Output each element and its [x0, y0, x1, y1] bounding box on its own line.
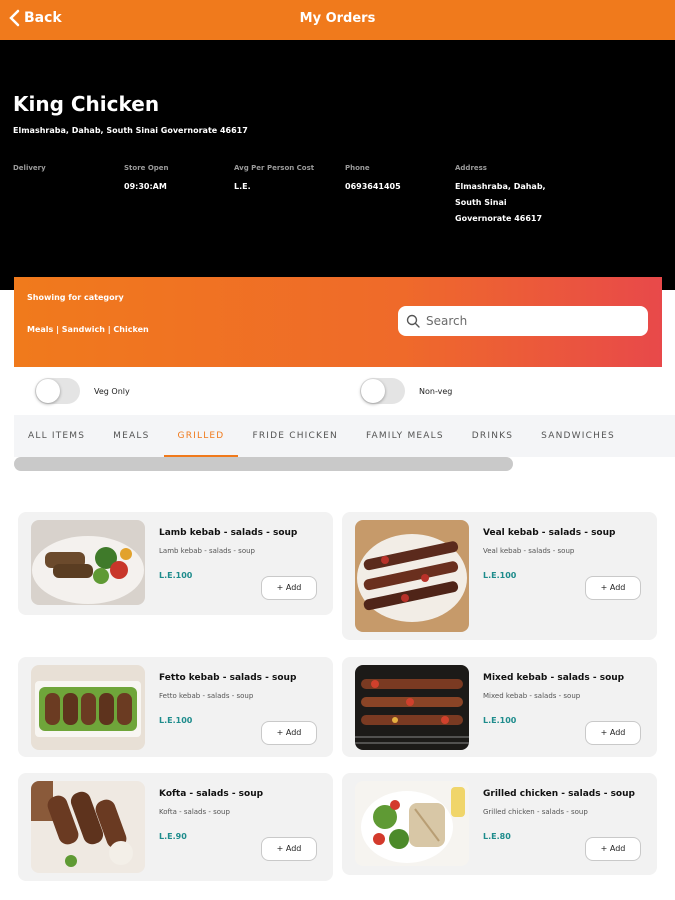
- tabs-scrollbar[interactable]: [14, 457, 513, 471]
- info-label: Address: [455, 164, 487, 172]
- product-title: Mixed kebab - salads - soup: [483, 673, 625, 683]
- info-delivery: Delivery: [13, 164, 123, 179]
- category-tabs: ALL ITEMS MEALS GRILLED FRIDE CHICKEN FA…: [14, 415, 675, 457]
- info-value: Elmashraba, Dahab, South Sinai Governora…: [455, 182, 546, 223]
- product-title: Veal kebab - salads - soup: [483, 528, 616, 538]
- product-price: L.E.90: [159, 832, 187, 841]
- page-title: My Orders: [299, 11, 376, 26]
- info-label: Store Open: [124, 164, 169, 172]
- add-button[interactable]: + Add: [585, 576, 641, 600]
- product-title: Lamb kebab - salads - soup: [159, 528, 298, 538]
- tab-all-items[interactable]: ALL ITEMS: [14, 415, 99, 457]
- restaurant-name: King Chicken: [13, 92, 160, 116]
- product-subtitle: Veal kebab - salads - soup: [483, 547, 575, 555]
- add-button[interactable]: + Add: [261, 721, 317, 745]
- product-card: Kofta - salads - soup Kofta - salads - s…: [18, 773, 333, 881]
- info-value: L.E.: [234, 182, 251, 191]
- grilled-chicken-photo: [355, 781, 469, 866]
- non-veg-label: Non-veg: [419, 386, 453, 396]
- info-avg-cost: Avg Per Person Cost L.E.: [234, 164, 344, 195]
- product-card: Veal kebab - salads - soup Veal kebab - …: [342, 512, 657, 640]
- category-list: Meals | Sandwich | Chicken: [27, 325, 149, 334]
- add-button[interactable]: + Add: [261, 837, 317, 861]
- add-button[interactable]: + Add: [585, 837, 641, 861]
- tab-fride-chicken[interactable]: FRIDE CHICKEN: [238, 415, 351, 457]
- kofta-photo: [31, 781, 145, 873]
- info-phone: Phone 0693641405: [345, 164, 455, 195]
- toggle-knob: [36, 379, 60, 403]
- restaurant-address: Elmashraba, Dahab, South Sinai Governora…: [13, 126, 248, 135]
- restaurant-header: King Chicken Elmashraba, Dahab, South Si…: [0, 40, 675, 290]
- add-button[interactable]: + Add: [261, 576, 317, 600]
- category-heading: Showing for category: [27, 293, 124, 302]
- info-label: Delivery: [13, 164, 46, 172]
- tab-drinks[interactable]: DRINKS: [458, 415, 527, 457]
- add-button[interactable]: + Add: [585, 721, 641, 745]
- product-price: L.E.100: [159, 571, 193, 580]
- info-label: Phone: [345, 164, 370, 172]
- tab-family-meals[interactable]: FAMILY MEALS: [352, 415, 458, 457]
- product-title: Fetto kebab - salads - soup: [159, 673, 297, 683]
- veg-only-toggle[interactable]: [35, 378, 80, 404]
- tab-grilled[interactable]: GRILLED: [163, 415, 239, 457]
- info-store-open: Store Open 09:30:AM: [124, 164, 234, 195]
- veal-kebab-photo: [355, 520, 469, 632]
- fetto-kebab-photo: [31, 665, 145, 750]
- product-subtitle: Lamb kebab - salads - soup: [159, 547, 255, 555]
- product-card: Mixed kebab - salads - soup Mixed kebab …: [342, 657, 657, 757]
- category-banner: Showing for category Meals | Sandwich | …: [14, 277, 662, 367]
- product-card: Grilled chicken - salads - soup Grilled …: [342, 773, 657, 875]
- info-value: 0693641405: [345, 182, 401, 191]
- info-label: Avg Per Person Cost: [234, 164, 315, 172]
- tab-sandwiches[interactable]: SANDWICHES: [527, 415, 629, 457]
- product-subtitle: Grilled chicken - salads - soup: [483, 808, 588, 816]
- veg-only-label: Veg Only: [94, 386, 130, 396]
- product-subtitle: Kofta - salads - soup: [159, 808, 230, 816]
- product-title: Kofta - salads - soup: [159, 789, 264, 799]
- search-input[interactable]: [426, 314, 626, 328]
- toggle-knob: [361, 379, 385, 403]
- search-icon: [406, 314, 420, 328]
- top-bar: Back My Orders: [0, 0, 675, 40]
- product-subtitle: Mixed kebab - salads - soup: [483, 692, 581, 700]
- veg-only-filter: Veg Only: [35, 378, 130, 404]
- info-address: Address Elmashraba, Dahab, South Sinai G…: [455, 164, 555, 227]
- non-veg-filter: Non-veg: [360, 378, 452, 404]
- product-price: L.E.80: [483, 832, 511, 841]
- product-subtitle: Fetto kebab - salads - soup: [159, 692, 254, 700]
- non-veg-toggle[interactable]: [360, 378, 405, 404]
- product-price: L.E.100: [159, 716, 193, 725]
- info-value: 09:30:AM: [124, 182, 167, 191]
- search-box: [398, 306, 648, 336]
- product-card: Lamb kebab - salads - soup Lamb kebab - …: [18, 512, 333, 615]
- mixed-kebab-photo: [355, 665, 469, 750]
- product-card: Fetto kebab - salads - soup Fetto kebab …: [18, 657, 333, 757]
- tab-meals[interactable]: MEALS: [99, 415, 163, 457]
- product-price: L.E.100: [483, 716, 517, 725]
- product-title: Grilled chicken - salads - soup: [483, 789, 635, 799]
- lamb-kebab-photo: [31, 520, 145, 605]
- product-price: L.E.100: [483, 571, 517, 580]
